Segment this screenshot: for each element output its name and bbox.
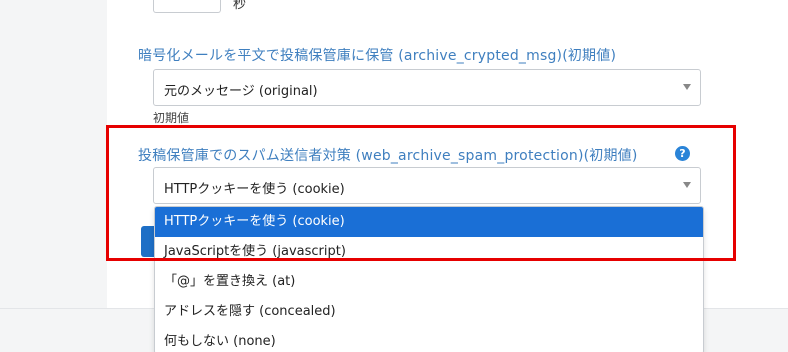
chevron-down-icon (683, 182, 691, 188)
archive-crypted-msg-label: 暗号化メールを平文で投稿保管庫に保管 (archive_crypted_msg)… (138, 48, 617, 64)
help-icon[interactable]: ? (675, 146, 690, 161)
left-gutter (0, 0, 107, 352)
dropdown-option[interactable]: 「@」を置き換え (at) (155, 267, 703, 297)
chevron-down-icon (683, 84, 691, 90)
dropdown-option[interactable]: 何もしない (none) (155, 327, 703, 352)
dropdown-option[interactable]: JavaScriptを使う (javascript) (155, 237, 703, 267)
settings-page: 秒 暗号化メールを平文で投稿保管庫に保管 (archive_crypted_ms… (0, 0, 788, 352)
web-archive-spam-protection-select[interactable]: HTTPクッキーを使う (cookie) (153, 167, 701, 204)
submit-button[interactable] (141, 226, 155, 257)
web-archive-spam-protection-value: HTTPクッキーを使う (cookie) (164, 182, 345, 197)
numeric-unit-label: 秒 (233, 0, 247, 12)
archive-crypted-msg-select[interactable]: 元のメッセージ (original) (153, 69, 701, 106)
archive-crypted-msg-value: 元のメッセージ (original) (164, 84, 318, 99)
dropdown-list: HTTPクッキーを使う (cookie) JavaScriptを使う (java… (154, 206, 704, 352)
numeric-input[interactable] (153, 0, 221, 13)
dropdown-option[interactable]: HTTPクッキーを使う (cookie) (155, 207, 703, 237)
archive-crypted-msg-default-note: 初期値 (153, 111, 190, 125)
dropdown-option[interactable]: アドレスを隠す (concealed) (155, 297, 703, 327)
web-archive-spam-protection-label: 投稿保管庫でのスパム送信者対策 (web_archive_spam_protec… (138, 148, 638, 164)
